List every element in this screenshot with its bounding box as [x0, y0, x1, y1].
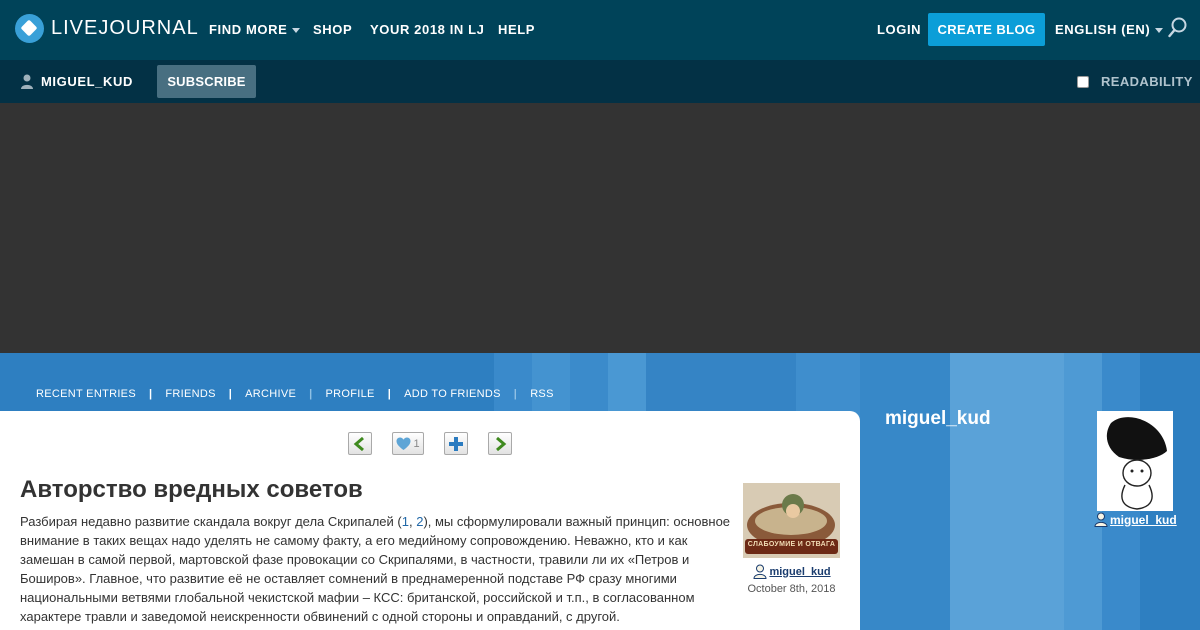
- plus-icon: [449, 436, 463, 451]
- entry-body: Разбирая недавно развитие скандала вокру…: [20, 512, 732, 626]
- logo-text: LIVEJOURNAL: [51, 17, 199, 39]
- nav-find-more-label: FIND MORE: [209, 22, 288, 37]
- avatar-image: [1097, 411, 1173, 511]
- like-count: 1: [413, 437, 420, 450]
- readability-checkbox[interactable]: [1077, 75, 1089, 88]
- add-to-friends-link[interactable]: ADD TO FRIENDS: [404, 388, 501, 400]
- readability-label: READABILITY: [1101, 74, 1193, 89]
- nav-find-more[interactable]: FIND MORE: [209, 22, 301, 37]
- readability-toggle[interactable]: READABILITY: [1077, 74, 1193, 89]
- nav-separator: |: [387, 388, 392, 400]
- entry-card: 1 Авторство вредных советов Разбирая нед…: [0, 411, 860, 630]
- journal-avatar[interactable]: [1097, 411, 1173, 511]
- livejournal-logo[interactable]: LIVEJOURNAL: [15, 14, 199, 43]
- journal-name: miguel_kud: [885, 408, 991, 429]
- top-navigation-bar: LIVEJOURNAL FIND MORE SHOP YOUR 2018 IN …: [0, 0, 1200, 60]
- recent-entries-link[interactable]: RECENT ENTRIES: [36, 388, 136, 400]
- search-icon[interactable]: [1168, 17, 1188, 39]
- nav-shop[interactable]: SHOP: [313, 22, 352, 37]
- journal-owner-link[interactable]: MIGUEL_KUD: [20, 74, 133, 89]
- subscribe-button[interactable]: SUBSCRIBE: [157, 65, 256, 98]
- profile-link[interactable]: PROFILE: [326, 388, 375, 400]
- livejournal-logo-icon: [15, 14, 44, 43]
- nav-help[interactable]: HELP: [498, 22, 535, 37]
- entry-title: Авторство вредных советов: [20, 476, 363, 503]
- poster-username: miguel_kud: [769, 565, 831, 578]
- nav-separator: |: [228, 388, 233, 400]
- nav-separator: |: [148, 388, 153, 400]
- user-icon: [1094, 512, 1108, 527]
- profile-user-link[interactable]: miguel_kud: [1093, 512, 1177, 527]
- next-entry-button[interactable]: [488, 432, 512, 455]
- chevron-down-icon: [292, 28, 301, 34]
- profile-username: miguel_kud: [1110, 512, 1177, 527]
- arrow-left-icon: [353, 436, 364, 451]
- journal-user-bar: MIGUEL_KUD SUBSCRIBE READABILITY: [0, 60, 1200, 103]
- language-label: ENGLISH (EN): [1055, 22, 1151, 37]
- userpic-banner-text: СЛАБОУМИЕ И ОТВАГА: [747, 541, 836, 548]
- archive-link[interactable]: ARCHIVE: [245, 388, 296, 400]
- entry-link-1[interactable]: 1: [402, 514, 409, 529]
- user-icon: [21, 74, 33, 89]
- friends-link[interactable]: FRIENDS: [165, 388, 215, 400]
- previous-entry-button[interactable]: [348, 432, 372, 455]
- decorative-stripe: [860, 353, 950, 630]
- nav-separator: |: [309, 388, 313, 400]
- nav-separator: |: [513, 388, 518, 400]
- rss-link[interactable]: RSS: [530, 388, 554, 400]
- user-icon: [753, 564, 767, 579]
- arrow-right-icon: [496, 436, 507, 451]
- chevron-down-icon: [1155, 28, 1164, 34]
- journal-owner-name: MIGUEL_KUD: [41, 74, 133, 89]
- login-link[interactable]: LOGIN: [877, 22, 921, 37]
- create-blog-button[interactable]: CREATE BLOG: [928, 13, 1045, 46]
- language-selector[interactable]: ENGLISH (EN): [1055, 22, 1164, 37]
- journal-navigation: RECENT ENTRIES | FRIENDS | ARCHIVE | PRO…: [36, 388, 554, 400]
- entry-body-text: Разбирая недавно развитие скандала вокру…: [20, 514, 402, 529]
- decorative-stripe: [950, 353, 1064, 630]
- nav-your-2018[interactable]: YOUR 2018 IN LJ: [370, 22, 485, 37]
- like-button[interactable]: 1: [392, 432, 424, 455]
- dark-banner: [0, 103, 1200, 353]
- heart-icon: [396, 437, 411, 450]
- entry-poster: СЛАБОУМИЕ И ОТВАГА miguel_kud October 8t…: [743, 483, 840, 595]
- entry-body-text-continued: ), мы сформулировали важный принцип: осн…: [20, 514, 731, 624]
- poster-userpic[interactable]: СЛАБОУМИЕ И ОТВАГА: [743, 483, 840, 558]
- add-memory-button[interactable]: [444, 432, 468, 455]
- poster-user-link[interactable]: miguel_kud: [743, 564, 840, 579]
- entry-date: October 8th, 2018: [747, 583, 836, 595]
